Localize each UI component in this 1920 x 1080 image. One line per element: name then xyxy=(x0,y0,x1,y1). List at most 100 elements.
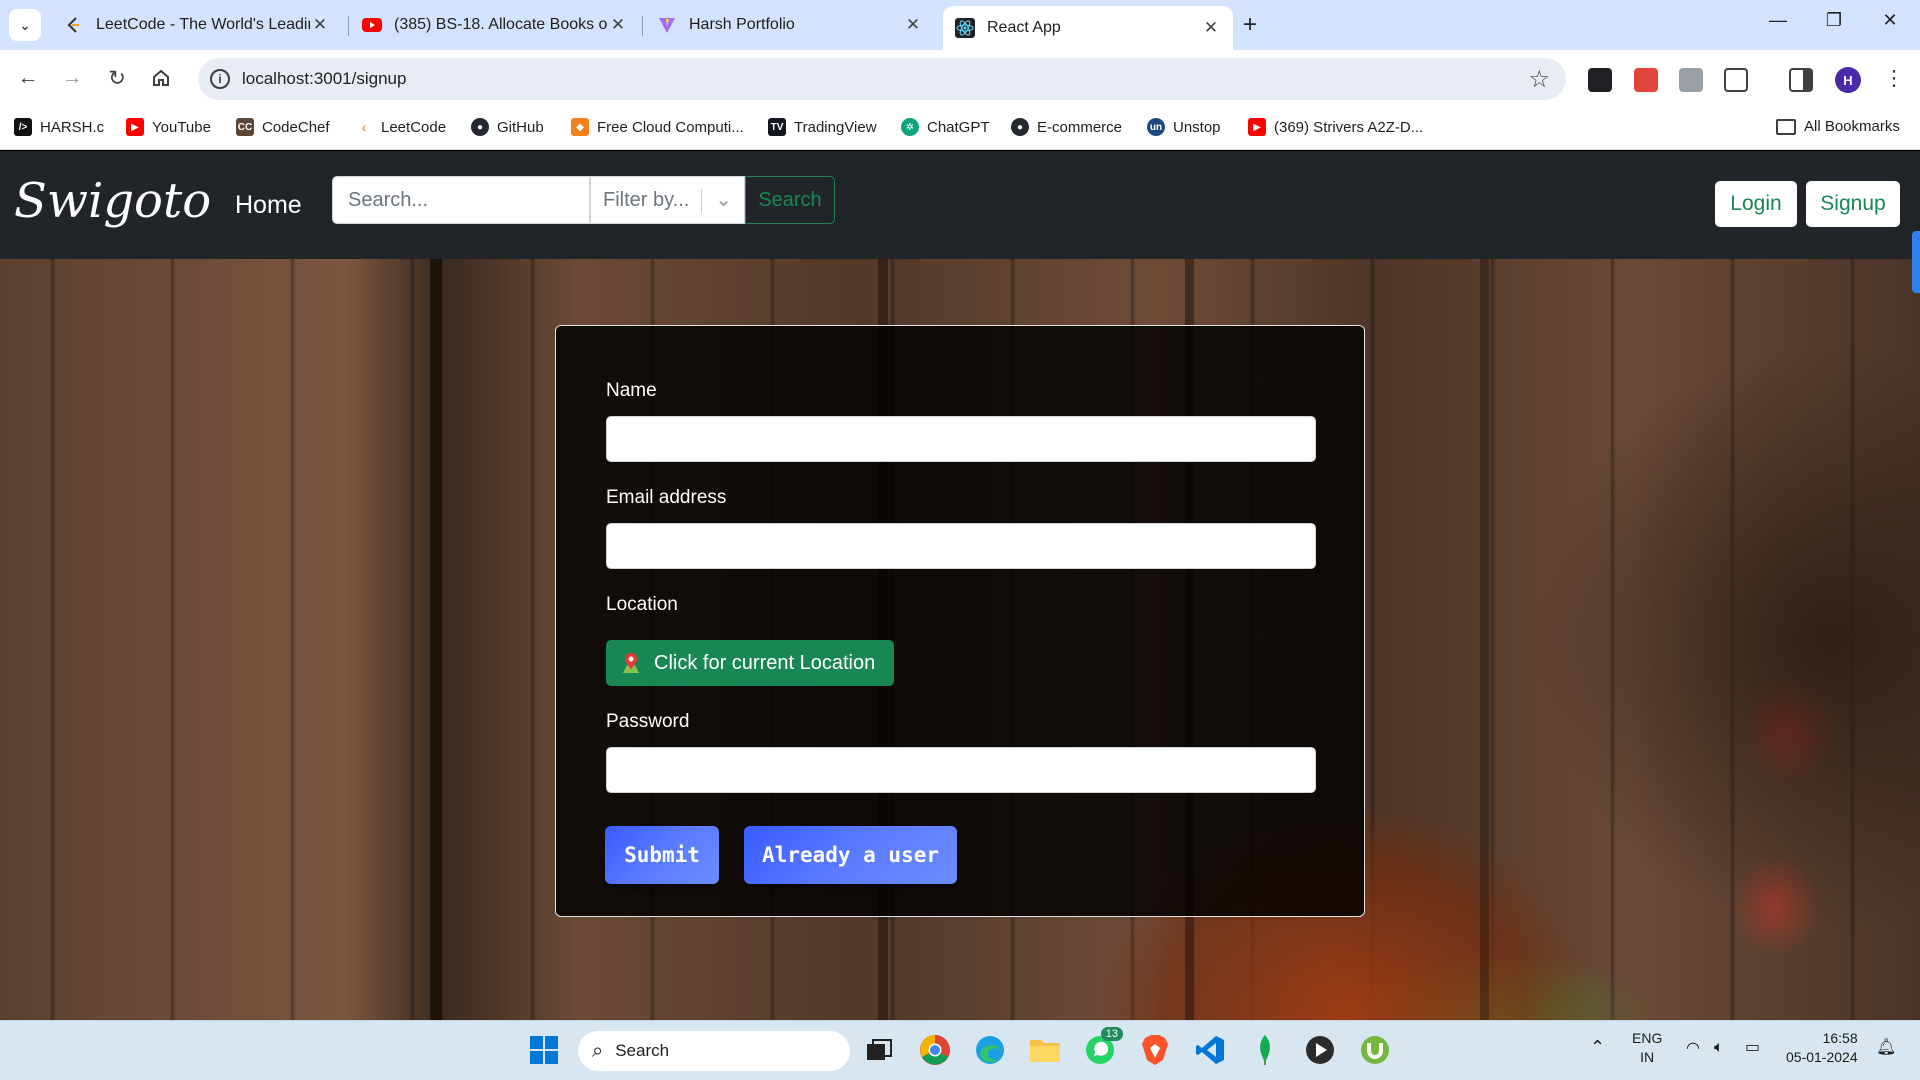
brave-icon[interactable] xyxy=(1138,1033,1172,1067)
extension-3-icon[interactable] xyxy=(1679,68,1703,92)
media-player-icon[interactable] xyxy=(1303,1033,1337,1067)
tab-search-chevron-icon[interactable]: ⌄ xyxy=(9,9,41,41)
filter-select[interactable]: Filter by... ⌄ xyxy=(590,176,745,224)
reload-icon[interactable]: ↻ xyxy=(101,62,133,94)
restore-icon[interactable]: ❐ xyxy=(1814,10,1854,31)
vscode-icon[interactable] xyxy=(1193,1033,1227,1067)
edge-icon[interactable] xyxy=(973,1033,1007,1067)
password-label: Password xyxy=(606,711,690,732)
submit-button[interactable]: Submit xyxy=(605,826,719,884)
github-icon: ● xyxy=(1011,118,1029,136)
back-arrow-icon[interactable]: ← xyxy=(12,62,44,94)
bookmark-free-cloud[interactable]: ◆ Free Cloud Computi... xyxy=(571,118,744,136)
tray-chevron-up-icon[interactable]: ⌃ xyxy=(1590,1038,1605,1057)
extension-2-icon[interactable] xyxy=(1634,68,1658,92)
bookmarks-bar: /> HARSH.c ▶ YouTube CC CodeChef ‹ LeetCode … xyxy=(0,108,1920,150)
folder-icon xyxy=(1776,118,1796,135)
taskbar-search[interactable]: ⌕ Search xyxy=(578,1031,850,1071)
search-icon: ⌕ xyxy=(592,1039,604,1062)
file-explorer-icon[interactable] xyxy=(1028,1033,1062,1067)
bookmark-youtube[interactable]: ▶ YouTube xyxy=(126,118,211,136)
youtube-icon: ▶ xyxy=(126,118,144,136)
bookmark-codechef[interactable]: CC CodeChef xyxy=(236,118,330,136)
tab-close-icon[interactable]: ✕ xyxy=(1201,18,1221,38)
app-viewport: Swigoto Home Search... Filter by... ⌄ Se… xyxy=(0,151,1920,1020)
url-text[interactable]: localhost:3001/signup xyxy=(242,69,406,89)
search-group: Search... Filter by... ⌄ Search xyxy=(332,176,835,224)
tab-close-icon[interactable]: ✕ xyxy=(608,15,628,35)
navbar: Swigoto Home Search... Filter by... ⌄ Se… xyxy=(0,151,1920,259)
chevron-down-icon: ⌄ xyxy=(715,189,732,211)
tab-close-icon[interactable]: ✕ xyxy=(903,15,923,35)
password-input[interactable] xyxy=(606,747,1316,793)
already-user-button[interactable]: Already a user xyxy=(744,826,957,884)
task-view-icon[interactable] xyxy=(862,1033,896,1067)
home-link[interactable]: Home xyxy=(235,191,302,220)
notification-bell-icon[interactable]: 🔔︎ xyxy=(1876,1038,1896,1057)
menu-kebab-icon[interactable]: ⋮ xyxy=(1878,62,1910,94)
name-label: Name xyxy=(606,380,657,401)
tab-react-app[interactable]: React App ✕ xyxy=(943,6,1233,50)
tab-title: Harsh Portfolio xyxy=(689,16,795,33)
close-window-icon[interactable]: ✕ xyxy=(1870,10,1910,31)
bookmark-strivers[interactable]: ▶ (369) Strivers A2Z-D... xyxy=(1248,118,1423,136)
mongodb-icon[interactable] xyxy=(1248,1033,1282,1067)
filter-placeholder: Filter by... xyxy=(603,188,690,211)
login-button[interactable]: Login xyxy=(1715,181,1797,227)
minimize-icon[interactable]: — xyxy=(1758,10,1798,31)
leetcode-icon xyxy=(64,15,84,35)
github-icon: ● xyxy=(471,118,489,136)
youtube-icon: ▶ xyxy=(1248,118,1266,136)
tab-title: React App xyxy=(987,19,1061,36)
site-info-icon[interactable]: i xyxy=(210,69,230,89)
current-location-button[interactable]: Click for current Location xyxy=(606,640,894,686)
windows-start-icon[interactable] xyxy=(527,1033,561,1067)
bookmark-leetcode[interactable]: ‹ LeetCode xyxy=(355,118,446,136)
extension-1-icon[interactable] xyxy=(1588,68,1612,92)
new-tab-plus-icon[interactable]: + xyxy=(1243,11,1257,39)
volume-icon[interactable]: 🔈︎ xyxy=(1714,1038,1724,1057)
utorrent-icon[interactable] xyxy=(1358,1033,1392,1067)
location-label: Location xyxy=(606,594,678,615)
search-button[interactable]: Search xyxy=(745,176,835,224)
bookmark-ecommerce[interactable]: ● E-commerce xyxy=(1011,118,1122,136)
chrome-icon[interactable] xyxy=(918,1033,952,1067)
name-input[interactable] xyxy=(606,416,1316,462)
tradingview-icon: TV xyxy=(768,118,786,136)
search-input[interactable]: Search... xyxy=(332,176,590,224)
wifi-icon[interactable]: ◠ xyxy=(1686,1039,1700,1058)
tab-leetcode[interactable]: LeetCode - The World's Leading ✕ xyxy=(52,8,342,42)
brand-logo[interactable]: Swigoto xyxy=(14,173,211,229)
address-bar[interactable]: i localhost:3001/signup ☆ xyxy=(198,58,1566,100)
side-panel-icon[interactable] xyxy=(1789,68,1813,92)
tab-youtube[interactable]: (385) BS-18. Allocate Books or B ✕ xyxy=(350,8,640,42)
tab-harsh-portfolio[interactable]: Harsh Portfolio ✕ xyxy=(645,8,935,42)
profile-avatar[interactable]: H xyxy=(1835,67,1861,93)
home-icon[interactable] xyxy=(145,62,177,94)
bookmark-chatgpt[interactable]: ✲ ChatGPT xyxy=(901,118,990,136)
browser-toolbar: ← → ↻ i localhost:3001/signup ☆ H ⋮ xyxy=(0,50,1920,108)
leetcode-icon: ‹ xyxy=(355,118,373,136)
bookmark-github[interactable]: ● GitHub xyxy=(471,118,544,136)
battery-icon[interactable]: ▭ xyxy=(1745,1038,1760,1057)
clock[interactable]: 16:58 05-01-2024 xyxy=(1786,1029,1858,1067)
tab-title: (385) BS-18. Allocate Books or B xyxy=(394,16,608,33)
tab-close-icon[interactable]: ✕ xyxy=(310,15,330,35)
extensions-puzzle-icon[interactable] xyxy=(1724,68,1748,92)
whatsapp-icon[interactable]: 13 xyxy=(1083,1027,1123,1067)
forward-arrow-icon[interactable]: → xyxy=(56,62,88,94)
bookmark-tradingview[interactable]: TV TradingView xyxy=(768,118,877,136)
all-bookmarks[interactable]: All Bookmarks xyxy=(1776,118,1900,135)
scrollbar-indicator[interactable] xyxy=(1912,231,1920,293)
vite-icon xyxy=(657,15,677,35)
bookmark-harsh[interactable]: /> HARSH.c xyxy=(14,118,104,136)
language-indicator[interactable]: ENG IN xyxy=(1632,1029,1662,1067)
windows-taskbar: ⌕ Search 13 ⌃ ENG IN ◠ 🔈︎ ▭ 16:58 05-01-… xyxy=(0,1020,1920,1080)
cloud-icon: ◆ xyxy=(571,118,589,136)
bookmark-star-icon[interactable]: ☆ xyxy=(1528,65,1550,94)
youtube-icon xyxy=(362,15,382,35)
signup-button[interactable]: Signup xyxy=(1806,181,1900,227)
email-input[interactable] xyxy=(606,523,1316,569)
bookmark-unstop[interactable]: un Unstop xyxy=(1147,118,1221,136)
email-label: Email address xyxy=(606,487,727,508)
